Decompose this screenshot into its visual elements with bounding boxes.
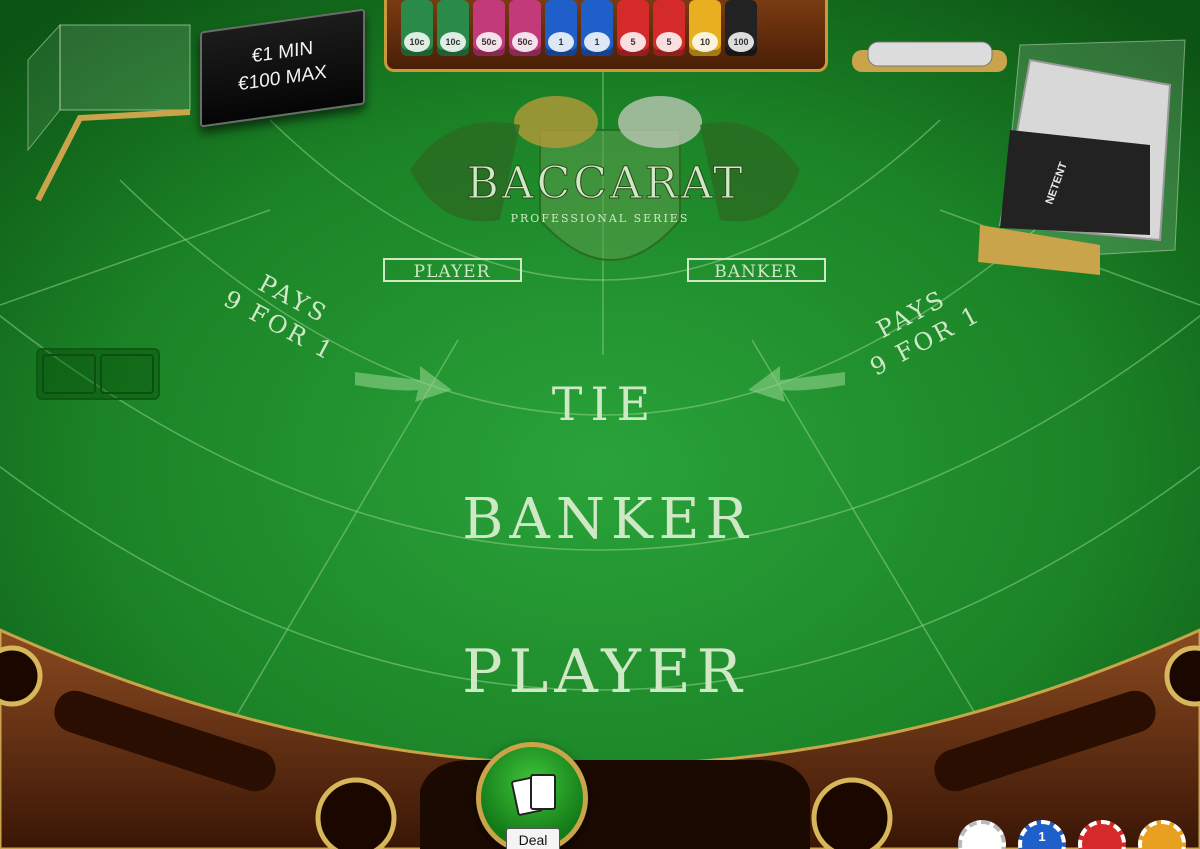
chip-selector-chip[interactable] [1138,820,1186,849]
chip-stack: 1 [581,0,613,56]
cup-holder [315,777,397,849]
logo-banker-label: BANKER [714,262,798,282]
chip-stack-label: 1 [548,32,574,52]
chip-stack: 50c [473,0,505,56]
chip-stack-label: 1 [584,32,610,52]
cards-icon [511,774,556,816]
chip-stack-label: 10c [404,32,430,52]
cup-holder [1164,645,1200,707]
chip-tray: 10c 10c 50c 50c 1 1 5 5 10 100 [384,0,828,72]
chip-stack: 5 [617,0,649,56]
chip-stack-label: 10c [440,32,466,52]
cup-holder [811,777,893,849]
card-slot-right [100,354,154,394]
chip-stack-label: 50c [512,32,538,52]
bet-tie-label: TIE [552,377,658,431]
table-felt: BACCARAT PROFESSIONAL SERIES PLAYER BANK… [0,0,1200,849]
chip-stack: 50c [509,0,541,56]
chip-selector-chip[interactable] [1078,820,1126,849]
chip-stack: 100 [725,0,757,56]
chip-selector: 1 [950,820,1200,849]
chip-stack: 10c [401,0,433,56]
logo-player-label: PLAYER [414,262,491,282]
baccarat-table: BACCARAT PROFESSIONAL SERIES PLAYER BANK… [0,0,1200,849]
chip-stack: 5 [653,0,685,56]
bet-player-label: PLAYER [462,637,748,707]
card-slot-left [42,354,96,394]
chip-stack: 10c [437,0,469,56]
card-placement-slot [36,348,160,400]
deal-button-label[interactable]: Deal [506,828,560,849]
chip-stack-label: 5 [656,32,682,52]
chip-selector-chip[interactable]: 1 [1018,820,1066,849]
chip-selector-chip[interactable] [958,820,1006,849]
cut-card-cylinder [867,41,993,67]
chip-stack: 10 [689,0,721,56]
bet-banker-label: BANKER [462,487,753,552]
chip-stack: 1 [545,0,577,56]
cup-holder [0,645,43,707]
logo-subtitle: PROFESSIONAL SERIES [511,212,690,225]
chip-stack-label: 10 [692,32,718,52]
chip-stack-label: 5 [620,32,646,52]
chip-stack-label: 50c [476,32,502,52]
chip-stack-label: 100 [728,32,754,52]
logo-title: BACCARAT [466,158,745,209]
